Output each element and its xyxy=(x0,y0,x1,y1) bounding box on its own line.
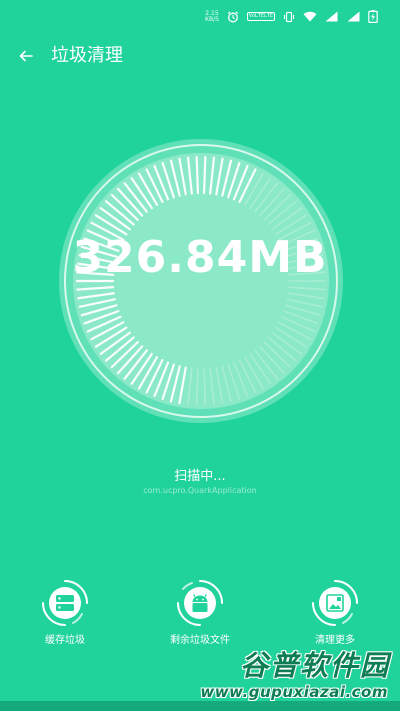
residual-files-ring xyxy=(175,578,225,628)
clean-more-ring xyxy=(310,578,360,628)
storage-icon xyxy=(42,580,88,626)
scan-status-text: 扫描中... xyxy=(174,469,226,484)
volte-indicator: VoLTE LTE xyxy=(246,12,275,21)
residual-files-button[interactable]: 剩余垃圾文件 xyxy=(145,578,255,647)
cache-junk-button[interactable]: 缓存垃圾 xyxy=(10,578,120,647)
gauge-tick-active xyxy=(195,155,200,195)
site-watermark: 谷普软件园 www.gupuxiazai.com xyxy=(200,651,392,703)
cache-junk-label: 缓存垃圾 xyxy=(45,635,85,646)
app-bar: 垃圾清理 xyxy=(0,38,400,74)
back-button[interactable] xyxy=(14,44,38,68)
watermark-title: 谷普软件园 xyxy=(239,649,390,682)
residual-files-label: 剩余垃圾文件 xyxy=(170,635,230,646)
status-bar: 2.15 KB/S VoLTE LTE xyxy=(0,0,400,30)
category-actions: 缓存垃圾 剩余垃圾文件 清理更多 xyxy=(0,578,400,648)
vibrate-icon xyxy=(283,11,295,23)
wifi-icon xyxy=(303,11,317,22)
junk-size-readout: 326.84MB xyxy=(72,232,328,283)
clean-more-button[interactable]: 清理更多 xyxy=(280,578,390,647)
signal-4g-icon xyxy=(346,11,360,22)
battery-charging-icon xyxy=(368,10,378,23)
page-title: 垃圾清理 xyxy=(51,45,123,66)
android-icon xyxy=(177,580,223,626)
scan-current-package: com.ucpro.QuarkApplication xyxy=(143,486,257,495)
alarm-icon xyxy=(227,11,239,23)
network-speed: 2.15 KB/S xyxy=(205,10,219,23)
network-speed-unit: KB/S xyxy=(205,15,219,23)
back-arrow-icon xyxy=(19,50,33,62)
image-folder-icon xyxy=(312,580,358,626)
watermark-url: www.gupuxiazai.com xyxy=(200,683,388,701)
volte-bottom: LTE xyxy=(263,13,273,19)
status-icons: 2.15 KB/S VoLTE LTE xyxy=(205,10,378,23)
cache-junk-ring xyxy=(40,578,90,628)
signal-icon xyxy=(325,11,338,22)
navigation-bar xyxy=(0,701,400,711)
clean-more-label: 清理更多 xyxy=(315,635,355,646)
gauge-tick-active xyxy=(202,155,207,195)
volte-top: VoLTE xyxy=(248,13,264,19)
